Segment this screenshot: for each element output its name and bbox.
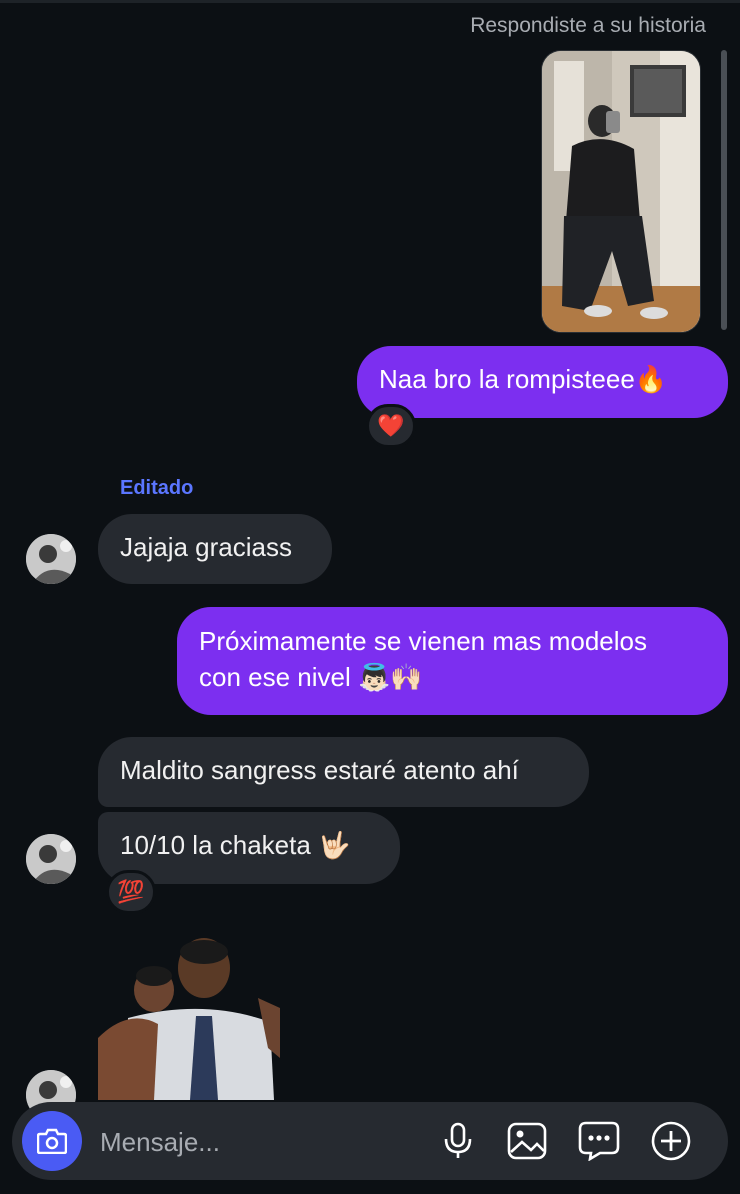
heart-reaction[interactable]: ❤️ [366, 404, 416, 448]
gif-image [98, 938, 280, 1100]
image-icon [507, 1122, 547, 1160]
outgoing-message-bubble[interactable]: Próximamente se vienen mas modelos con e… [177, 607, 728, 715]
story-photo [542, 51, 700, 332]
sticker-button[interactable] [577, 1119, 621, 1163]
story-thumbnail[interactable] [541, 50, 701, 333]
message-text: Naa bro la rompisteee🔥 [379, 364, 668, 394]
hundred-reaction[interactable]: 💯 [106, 870, 156, 914]
message-text: 10/10 la chaketa 🤟🏻 [120, 830, 351, 860]
message-text: Maldito sangress estaré atento ahí [120, 755, 519, 785]
message-composer [12, 1102, 728, 1180]
heart-emoji-icon: ❤️ [377, 413, 405, 438]
message-text-line-1: Próximamente se vienen mas modelos [199, 626, 647, 656]
outgoing-message-bubble[interactable]: Naa bro la rompisteee🔥 [357, 346, 728, 418]
plus-circle-icon [651, 1121, 691, 1161]
message-input[interactable] [98, 1124, 422, 1160]
camera-icon [37, 1128, 67, 1154]
hundred-points-emoji-icon: 💯 [117, 879, 145, 904]
top-divider [0, 0, 740, 3]
gallery-button[interactable] [505, 1119, 549, 1163]
incoming-message-bubble[interactable]: Jajaja graciass [98, 514, 332, 584]
sticker-chat-icon [578, 1121, 620, 1161]
avatar-photo [26, 534, 76, 584]
camera-button[interactable] [22, 1111, 82, 1171]
message-text: Jajaja graciass [120, 532, 292, 562]
microphone-icon [444, 1122, 472, 1158]
story-reply-label: Respondiste a su historia [470, 14, 706, 37]
gif-sticker[interactable] [98, 938, 280, 1100]
avatar[interactable] [26, 534, 76, 584]
avatar[interactable] [26, 834, 76, 884]
message-text-line-2: con ese nivel 👼🏻🙌🏻 [199, 662, 423, 692]
more-options-button[interactable] [649, 1119, 693, 1163]
incoming-message-bubble[interactable]: Maldito sangress estaré atento ahí [98, 737, 589, 807]
edited-label: Editado [120, 477, 194, 499]
avatar-photo [26, 834, 76, 884]
scrollbar[interactable] [721, 50, 727, 330]
voice-message-button[interactable] [436, 1119, 480, 1163]
